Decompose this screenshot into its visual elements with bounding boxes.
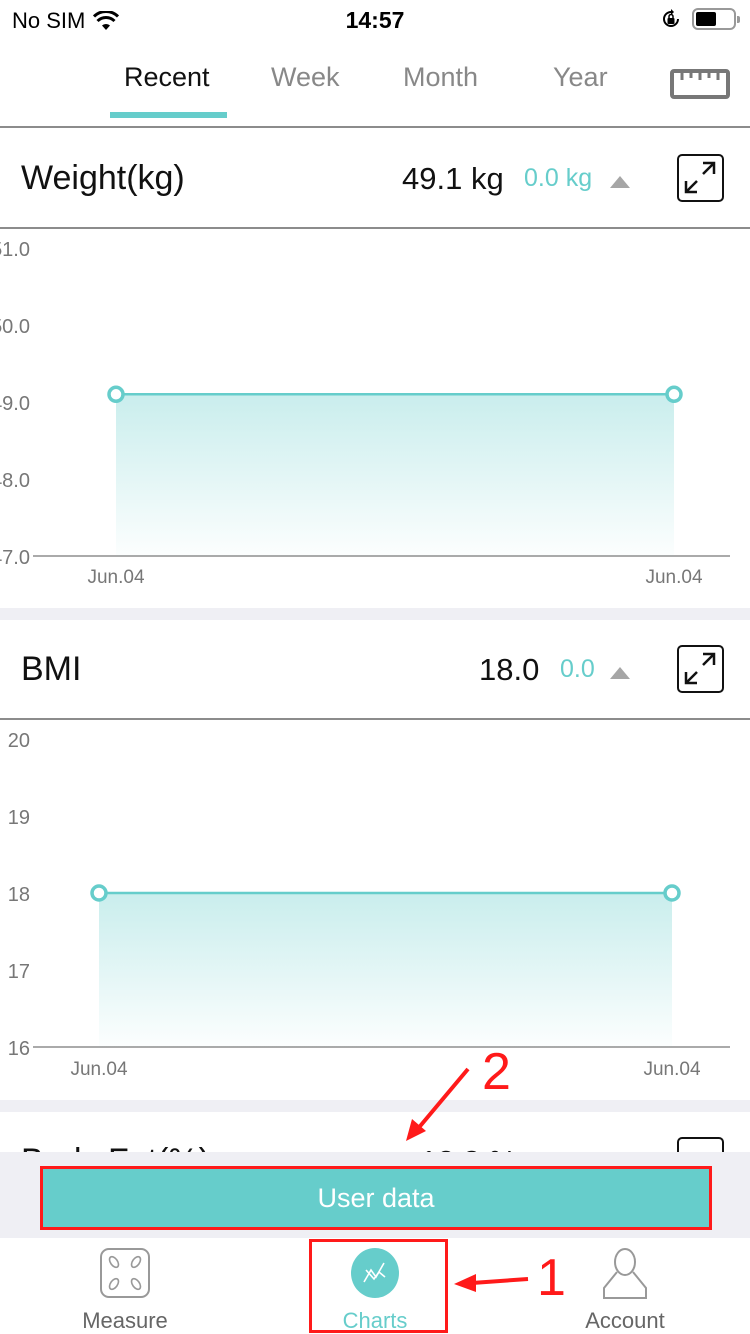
bmi-title: BMI	[21, 650, 82, 688]
annotation-box-charts	[309, 1239, 448, 1333]
data-point	[107, 385, 125, 404]
annotation-number-1: 1	[537, 1249, 566, 1307]
y-tick-label: 48.0	[0, 470, 30, 492]
battery-icon	[692, 8, 740, 30]
tab-recent[interactable]: Recent	[124, 62, 210, 93]
tabbar-measure[interactable]: Measure	[50, 1238, 200, 1334]
weight-chart: 51.0 50.0 49.0 48.0 47.0 Jun.04 Jun.04	[0, 231, 750, 608]
y-tick-label: 19	[8, 807, 30, 829]
data-point	[665, 385, 683, 404]
period-tabs: Recent Week Month Year	[0, 52, 750, 128]
account-icon	[603, 1248, 647, 1299]
expand-weight-button[interactable]	[677, 154, 724, 202]
status-bar: No SIM 14:57	[0, 0, 750, 40]
trend-up-icon	[610, 667, 630, 679]
annotation-number-2: 2	[482, 1043, 511, 1101]
scale-icon	[100, 1248, 150, 1298]
y-tick-label: 20	[8, 730, 30, 752]
expand-icon	[684, 161, 716, 194]
user-data-button[interactable]: User data	[40, 1166, 712, 1230]
annotation-arrow-1	[454, 1274, 529, 1292]
bmi-value: 18.0	[479, 652, 540, 687]
y-tick-label: 16	[8, 1038, 30, 1060]
rotation-lock-icon	[663, 9, 679, 27]
tabbar-measure-label: Measure	[82, 1308, 168, 1333]
trend-up-icon	[610, 176, 630, 188]
section-separator	[0, 1100, 750, 1112]
area-fill	[99, 893, 672, 1047]
x-tick-label: Jun.04	[70, 1059, 127, 1080]
weight-delta: 0.0 kg	[524, 164, 593, 192]
section-separator	[0, 608, 750, 620]
x-tick-label: Jun.04	[87, 567, 144, 588]
expand-bmi-button[interactable]	[677, 645, 724, 693]
y-tick-label: 51.0	[0, 239, 30, 261]
weight-value: 49.1 kg	[402, 161, 504, 196]
x-tick-label: Jun.04	[643, 1059, 700, 1080]
area-fill	[116, 394, 674, 556]
data-point	[90, 884, 108, 902]
weight-title: Weight(kg)	[21, 159, 185, 197]
bmi-delta: 0.0	[560, 655, 595, 683]
expand-icon	[684, 652, 716, 685]
tab-year[interactable]: Year	[553, 62, 608, 93]
y-tick-label: 18	[8, 884, 30, 906]
tab-week[interactable]: Week	[271, 62, 340, 93]
ruler-icon[interactable]	[670, 68, 730, 100]
x-tick-label: Jun.04	[645, 567, 702, 588]
active-tab-indicator	[110, 112, 227, 118]
user-data-bar: User data	[0, 1152, 750, 1238]
bmi-header: BMI 18.0 0.0	[0, 620, 750, 720]
tabbar-account[interactable]: Account	[550, 1238, 700, 1334]
y-tick-label: 49.0	[0, 393, 30, 415]
y-tick-label: 50.0	[0, 316, 30, 338]
data-point	[663, 884, 681, 902]
weight-header: Weight(kg) 49.1 kg 0.0 kg	[0, 129, 750, 229]
tabbar-account-label: Account	[585, 1308, 665, 1333]
y-tick-label: 17	[8, 961, 30, 983]
tab-month[interactable]: Month	[403, 62, 478, 93]
y-tick-label: 47.0	[0, 547, 30, 569]
annotation-arrow-2	[406, 1067, 470, 1141]
bmi-chart: 20 19 18 17 16 Jun.04 Jun.04	[0, 722, 750, 1100]
clock: 14:57	[345, 7, 405, 33]
